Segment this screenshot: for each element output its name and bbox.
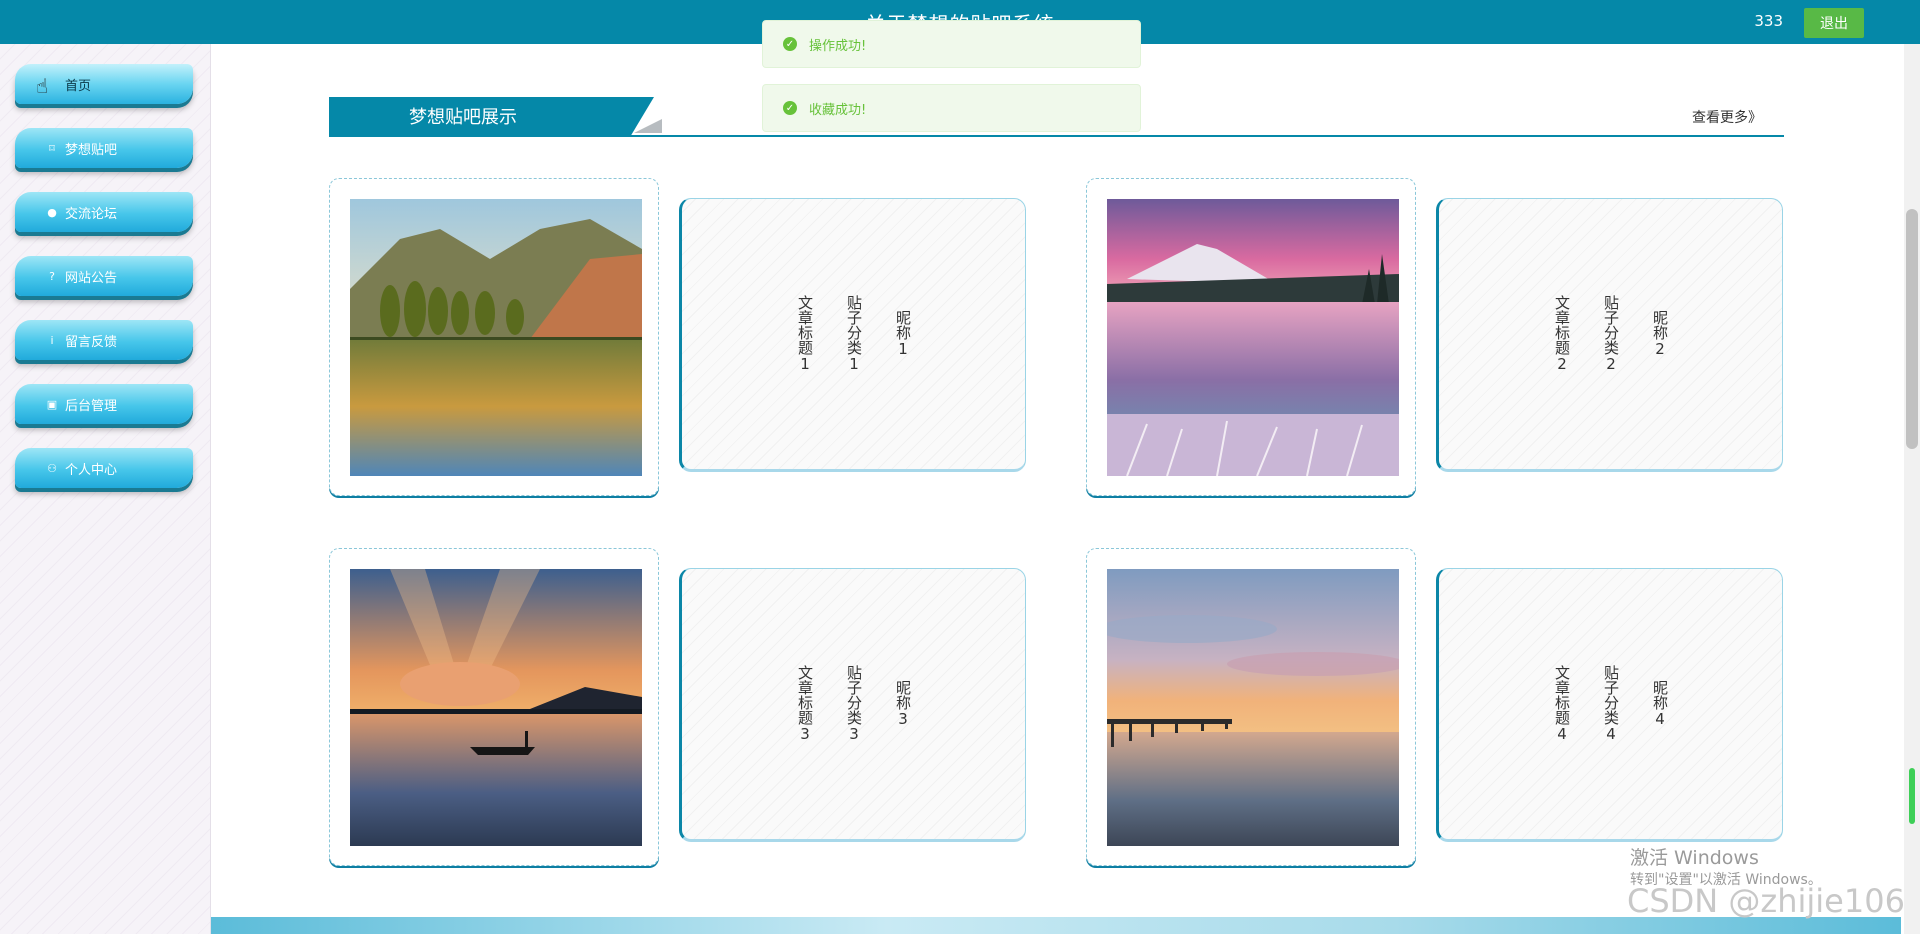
sidebar-item-label: 交流论坛 <box>65 206 118 222</box>
question-circle-icon: ? <box>49 269 55 283</box>
logout-button[interactable]: 退出 <box>1804 8 1864 38</box>
sidebar-item-label: 留言反馈 <box>65 334 118 350</box>
post-info-box[interactable]: 文章标题1 贴子分类1 昵称1 <box>679 198 1026 472</box>
post-info-box[interactable]: 文章标题3 贴子分类3 昵称3 <box>679 568 1026 842</box>
post-category: 贴子分类1 <box>845 295 863 373</box>
post-info-box[interactable]: 文章标题2 贴子分类2 昵称2 <box>1436 198 1783 472</box>
check-circle-icon: ✓ <box>783 37 797 51</box>
scrollbar-thumb[interactable] <box>1906 209 1918 449</box>
image-frame <box>1086 548 1416 866</box>
sidebar-item-feedback[interactable]: i 留言反馈 <box>15 320 193 360</box>
sidebar-item-admin[interactable]: ▣ 后台管理 <box>15 384 193 424</box>
admin-icon: ▣ <box>46 397 58 411</box>
sidebar-item-label: 网站公告 <box>65 270 118 286</box>
username: 333 <box>1754 12 1783 30</box>
bag-icon: ⌑ <box>49 141 55 155</box>
post-info-box[interactable]: 文章标题4 贴子分类4 昵称4 <box>1436 568 1783 842</box>
sidebar-item-label: 后台管理 <box>65 398 118 414</box>
post-title: 文章标题2 <box>1553 295 1571 373</box>
post-image-mountain-lake[interactable] <box>350 199 642 476</box>
post-title: 文章标题1 <box>796 295 814 373</box>
sidebar: 首页 ⌑ 梦想贴吧 ● 交流论坛 ? 网站公告 i 留言反馈 ▣ 后台管理 ⚇ … <box>0 44 211 934</box>
info-circle-icon: ● <box>47 205 57 219</box>
image-frame <box>329 178 659 496</box>
post-category: 贴子分类4 <box>1602 665 1620 743</box>
section-divider <box>329 135 1784 137</box>
post-title: 文章标题3 <box>796 665 814 743</box>
windows-activation-watermark: 激活 Windows <box>1630 847 1759 869</box>
post-image-sunset-boat[interactable] <box>350 569 642 846</box>
post-card: 文章标题1 贴子分类1 昵称1 <box>329 178 1064 498</box>
sidebar-item-label: 个人中心 <box>65 462 118 478</box>
sidebar-item-profile[interactable]: ⚇ 个人中心 <box>15 448 193 488</box>
post-title: 文章标题4 <box>1553 665 1571 743</box>
tab-fold-decoration <box>634 119 662 133</box>
info-circle-icon: i <box>50 333 54 347</box>
post-card: 文章标题2 贴子分类2 昵称2 <box>1086 178 1821 498</box>
section-title: 梦想贴吧展示 <box>329 97 654 135</box>
sidebar-item-dream-tieba[interactable]: ⌑ 梦想贴吧 <box>15 128 193 168</box>
toast-message: 操作成功! <box>809 38 867 54</box>
section-header: 梦想贴吧展示 查看更多》 <box>329 97 1784 137</box>
sidebar-item-announcements[interactable]: ? 网站公告 <box>15 256 193 296</box>
post-card: 文章标题4 贴子分类4 昵称4 <box>1086 548 1821 868</box>
post-category: 贴子分类2 <box>1602 295 1620 373</box>
image-frame <box>1086 178 1416 496</box>
mouse-pointer-icon: ☝ <box>36 74 49 98</box>
post-image-snow-mountain[interactable] <box>1107 199 1399 476</box>
post-card: 文章标题3 贴子分类3 昵称3 <box>329 548 1064 868</box>
sidebar-item-label: 梦想贴吧 <box>65 142 118 158</box>
post-image-pier-sunset[interactable] <box>1107 569 1399 846</box>
view-more-link[interactable]: 查看更多》 <box>1692 107 1762 127</box>
user-icon: ⚇ <box>47 461 57 475</box>
post-nickname: 昵称1 <box>894 310 912 358</box>
side-floating-tab[interactable] <box>1909 768 1915 824</box>
toast-success: ✓ 操作成功! <box>762 20 1141 68</box>
csdn-watermark: CSDN @zhijie106 <box>1627 882 1905 920</box>
post-category: 贴子分类3 <box>845 665 863 743</box>
post-nickname: 昵称2 <box>1651 310 1669 358</box>
sidebar-item-label: 首页 <box>65 78 92 94</box>
post-nickname: 昵称3 <box>894 680 912 728</box>
post-nickname: 昵称4 <box>1651 680 1669 728</box>
image-frame <box>329 548 659 866</box>
sidebar-item-forum[interactable]: ● 交流论坛 <box>15 192 193 232</box>
